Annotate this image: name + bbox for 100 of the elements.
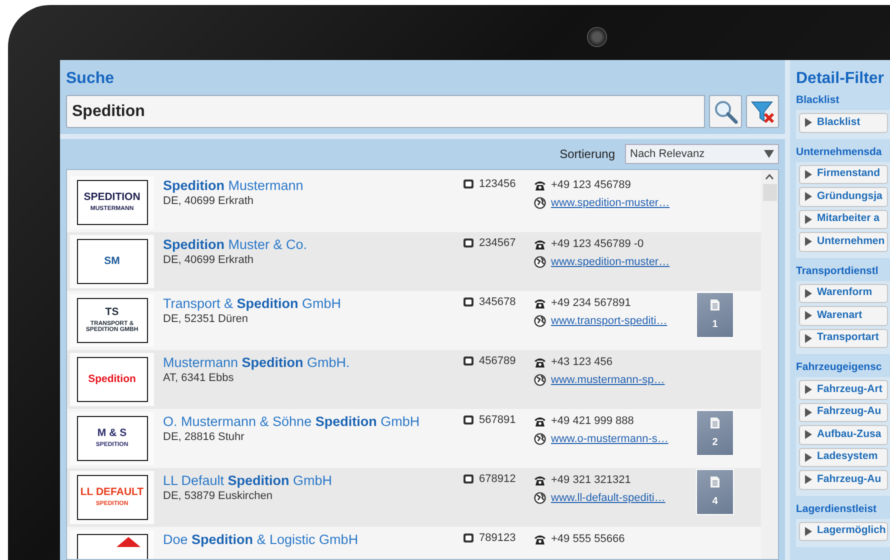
phone-number: +49 421 999 888: [551, 414, 634, 429]
logo-text: SM: [104, 256, 120, 267]
filter-group-heading: Lagerdienstleist: [796, 502, 878, 516]
company-name-link[interactable]: Doe Spedition & Logistic GmbH: [163, 531, 460, 548]
filter-item-button[interactable]: Blacklist: [799, 113, 888, 132]
expand-triangle-icon: [805, 430, 812, 440]
globe-icon: [534, 492, 546, 504]
filter-item-button[interactable]: Ladesystem: [799, 448, 888, 467]
website-link[interactable]: www.o-mustermann-s…: [551, 431, 668, 447]
filter-item-button[interactable]: Fahrzeug-Art: [799, 380, 888, 400]
expand-triangle-icon: [805, 237, 812, 246]
telephone-icon: [534, 534, 546, 544]
company-location: DE, 40699 Erkrath: [163, 194, 254, 208]
website-link[interactable]: www.ll-default-spediti…: [551, 490, 666, 506]
globe-icon: [534, 374, 546, 386]
logo-text: M & S: [97, 428, 127, 439]
scrollbar-thumb[interactable]: [762, 184, 776, 201]
filter-item-button[interactable]: Warenart: [799, 306, 888, 326]
expand-triangle-icon: [805, 192, 812, 202]
globe-icon: [534, 197, 546, 209]
logo-text: Spedition: [88, 374, 136, 385]
sort-label: Sortierung: [560, 146, 615, 163]
filter-title: Detail-Filter: [796, 69, 886, 89]
filter-group-heading: Transportdienstl: [796, 264, 880, 278]
expand-triangle-icon: [805, 311, 812, 320]
expand-triangle-icon: [805, 288, 812, 298]
filter-item-button[interactable]: Fahrzeug-Au: [799, 402, 888, 422]
expand-triangle-icon: [805, 385, 812, 394]
company-name-link[interactable]: Mustermann Spedition GmbH.: [163, 354, 460, 371]
filter-item-button[interactable]: Aufbau-Zusa: [799, 425, 888, 444]
filter-item-button[interactable]: Lagermöglich: [799, 522, 888, 541]
phone-number: +49 123 456789: [551, 178, 631, 193]
filter-item-button[interactable]: Fahrzeug-Au: [799, 470, 888, 490]
scroll-up-icon[interactable]: [765, 174, 774, 180]
sort-dropdown[interactable]: Nach Relevanz: [625, 144, 779, 164]
telephone-icon: [534, 416, 546, 426]
result-row[interactable]: Spedition Mustermann Spedition GmbH. AT, 6341 Ebbs 456789 +43 123 456 www.mustermann-sp…: [67, 350, 761, 409]
funnel-cross-icon: [750, 98, 776, 124]
website-link[interactable]: www.mustermann-sp…: [551, 372, 665, 388]
company-id: 789123: [479, 531, 516, 546]
globe-icon: [534, 315, 546, 327]
phone-number: +49 555 55666: [551, 532, 625, 547]
expand-triangle-icon: [805, 214, 812, 224]
search-field[interactable]: Spedition: [66, 95, 705, 128]
filter-item-button[interactable]: Warenform: [799, 284, 888, 303]
globe-icon: [534, 433, 546, 445]
telephone-icon: [534, 474, 546, 486]
globe-icon: [534, 256, 546, 268]
company-id: 678912: [479, 472, 516, 487]
result-row[interactable]: SM Spedition Muster & Co. DE, 40699 Erkrath 234567 +49 123 456789 -0 www.spedition-muster…: [67, 232, 761, 291]
id-card-icon: [463, 179, 474, 189]
expand-triangle-icon: [805, 118, 812, 128]
company-id: 567891: [479, 413, 516, 428]
company-name-link[interactable]: O. Mustermann & Söhne Spedition GmbH: [163, 413, 460, 430]
company-id: 345678: [479, 295, 516, 310]
company-name-link[interactable]: LL Default Spedition GmbH: [163, 472, 460, 489]
documents-badge[interactable]: 1: [696, 292, 734, 338]
filter-item-button[interactable]: Transportart: [799, 328, 888, 348]
website-link[interactable]: www.spedition-muster…: [551, 254, 670, 270]
filter-item-button[interactable]: Firmenstand: [799, 164, 888, 184]
company-id: 234567: [479, 236, 516, 251]
document-icon: [710, 476, 720, 488]
id-card-icon: [463, 415, 474, 425]
search-icon: [712, 98, 738, 124]
telephone-icon: [534, 356, 546, 368]
id-card-icon: [463, 238, 474, 248]
scrollbar[interactable]: [761, 170, 778, 559]
documents-badge[interactable]: 2: [696, 410, 734, 456]
telephone-icon: [534, 298, 546, 308]
logo-text: LL DEFAULT: [80, 487, 144, 498]
company-id: 456789: [479, 354, 516, 369]
company-id: 123456: [479, 177, 516, 192]
id-card-icon: [463, 474, 474, 484]
filter-group-heading: Blacklist: [796, 93, 840, 107]
clear-filter-button[interactable]: [746, 95, 779, 128]
search-button[interactable]: [709, 95, 742, 128]
website-link[interactable]: www.transport-spediti…: [551, 313, 668, 329]
phone-number: +49 234 567891: [551, 296, 631, 311]
company-name-link[interactable]: Spedition Muster & Co.: [163, 236, 460, 253]
filter-item-button[interactable]: Gründungsja: [799, 187, 888, 206]
company-location: DE, 40699 Erkrath: [163, 253, 254, 267]
expand-triangle-icon: [805, 526, 812, 536]
company-name-link[interactable]: Spedition Mustermann: [163, 177, 460, 194]
id-card-icon: [463, 356, 474, 366]
telephone-icon: [534, 238, 546, 250]
phone-number: +49 321 321321: [551, 473, 631, 488]
dropdown-caret-icon: [764, 150, 774, 158]
company-name-link[interactable]: Transport & Spedition GmbH: [163, 295, 460, 312]
expand-triangle-icon: [805, 452, 812, 462]
logo-text: TS: [105, 307, 119, 318]
filter-item-button[interactable]: Mitarbeiter a: [799, 210, 888, 229]
documents-badge[interactable]: 4: [696, 469, 734, 515]
website-link[interactable]: www.spedition-muster…: [551, 195, 670, 211]
filter-item-button[interactable]: Unternehmen: [799, 232, 888, 252]
phone-number: +49 123 456789 -0: [551, 237, 644, 252]
expand-triangle-icon: [805, 408, 812, 417]
phone-number: +43 123 456: [551, 355, 612, 370]
expand-triangle-icon: [805, 170, 812, 179]
expand-triangle-icon: [805, 475, 812, 484]
company-location: DE, 52351 Düren: [163, 312, 249, 326]
